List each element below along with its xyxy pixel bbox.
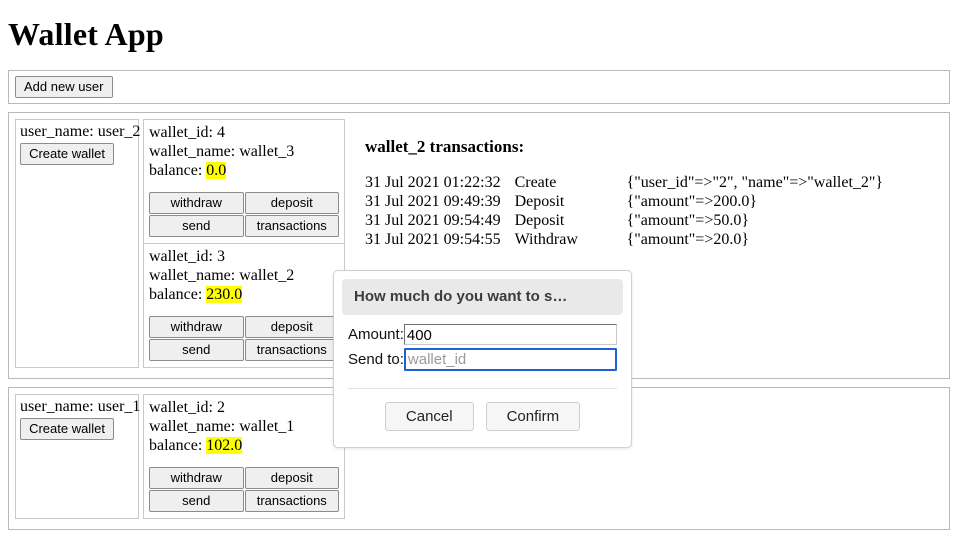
transactions-button[interactable]: transactions (244, 489, 339, 512)
transactions-title: wallet_2 transactions: (365, 136, 525, 156)
tx-kind: Deposit (514, 192, 565, 210)
confirm-button[interactable]: Confirm (485, 402, 581, 431)
balance-text: balance: (149, 285, 203, 303)
dialog-header: How much do you want to s… (342, 279, 623, 315)
wallet-balance-label: balance: 102.0 (149, 436, 339, 455)
wallet-id-label: wallet_id: 2 (149, 398, 225, 416)
balance-text: balance: (149, 436, 203, 454)
sendto-input[interactable]: wallet_id (403, 348, 617, 371)
tx-timestamp: 31 Jul 2021 09:54:55 (365, 230, 501, 248)
tx-timestamp: 31 Jul 2021 09:49:39 (365, 192, 501, 210)
wallet-card: wallet_id: 2 wallet_name: wallet_1 balan… (144, 395, 344, 518)
balance-value: 0.0 (206, 161, 227, 179)
withdraw-button[interactable]: withdraw (149, 466, 244, 489)
tx-timestamp: 31 Jul 2021 09:54:49 (365, 211, 501, 229)
user-name-label: user_name: user_1 (20, 397, 141, 415)
tx-kind: Withdraw (514, 230, 578, 248)
wallet-id-label: wallet_id: 4 (149, 123, 225, 141)
tx-details: {"amount"=>20.0} (626, 230, 750, 248)
amount-label: Amount: (348, 326, 404, 343)
table-row: 31 Jul 2021 09:54:49 Deposit {"amount"=>… (365, 211, 883, 230)
wallet-name-label: wallet_name: wallet_1 (149, 417, 295, 435)
wallet-actions: withdraw deposit send transactions (149, 466, 339, 512)
user-info-box: user_name: user_1 Create wallet (15, 393, 141, 519)
send-button[interactable]: send (149, 214, 244, 237)
page-title: Wallet App (8, 16, 164, 52)
wallet-name-label: wallet_name: wallet_3 (149, 142, 295, 160)
table-row: 31 Jul 2021 01:22:32 Create {"user_id"=>… (365, 173, 883, 192)
sendto-placeholder: wallet_id (407, 351, 467, 368)
dialog-body: Amount: 400 Send to: wallet_id (334, 315, 631, 386)
dialog-footer: Cancel Confirm (334, 389, 631, 447)
transactions-button[interactable]: transactions (244, 338, 339, 361)
tx-details: {"amount"=>200.0} (626, 192, 758, 210)
transactions-panel: wallet_2 transactions: 31 Jul 2021 01:22… (365, 119, 943, 249)
transactions-button[interactable]: transactions (244, 214, 339, 237)
deposit-button[interactable]: deposit (244, 466, 339, 489)
withdraw-button[interactable]: withdraw (149, 191, 244, 214)
wallet-actions: withdraw deposit send transactions (149, 191, 339, 237)
sendto-field-row: Send to: wallet_id (348, 348, 617, 371)
wallet-card: wallet_id: 3 wallet_name: wallet_2 balan… (144, 244, 344, 367)
tx-kind: Deposit (514, 211, 565, 229)
withdraw-button[interactable]: withdraw (149, 315, 244, 338)
send-button[interactable]: send (149, 489, 244, 512)
wallet-card: wallet_id: 4 wallet_name: wallet_3 balan… (144, 120, 344, 244)
table-row: 31 Jul 2021 09:54:55 Withdraw {"amount"=… (365, 230, 883, 249)
table-row: 31 Jul 2021 09:49:39 Deposit {"amount"=>… (365, 192, 883, 211)
tx-timestamp: 31 Jul 2021 01:22:32 (365, 173, 501, 191)
tx-details: {"amount"=>50.0} (626, 211, 750, 229)
wallet-list: wallet_id: 2 wallet_name: wallet_1 balan… (143, 393, 345, 519)
cancel-button[interactable]: Cancel (384, 402, 474, 431)
wallet-balance-label: balance: 230.0 (149, 285, 339, 304)
add-new-user-button[interactable]: Add new user (15, 75, 113, 98)
wallet-actions: withdraw deposit send transactions (149, 315, 339, 361)
wallet-balance-label: balance: 0.0 (149, 161, 339, 180)
tx-kind: Create (514, 173, 557, 191)
dialog-title: How much do you want to s… (354, 288, 568, 305)
send-button[interactable]: send (149, 338, 244, 361)
deposit-button[interactable]: deposit (244, 315, 339, 338)
user-info-box: user_name: user_2 Create wallet (15, 118, 141, 368)
tx-details: {"user_id"=>"2", "name"=>"wallet_2"} (626, 173, 884, 191)
deposit-button[interactable]: deposit (244, 191, 339, 214)
create-wallet-button[interactable]: Create wallet (20, 417, 114, 440)
send-amount-dialog: How much do you want to s… Amount: 400 S… (333, 270, 632, 448)
wallet-name-label: wallet_name: wallet_2 (149, 266, 295, 284)
amount-input[interactable]: 400 (403, 324, 617, 345)
amount-field-row: Amount: 400 (348, 324, 617, 345)
balance-text: balance: (149, 161, 203, 179)
user-name-label: user_name: user_2 (20, 122, 141, 140)
wallet-list: wallet_id: 4 wallet_name: wallet_3 balan… (143, 118, 345, 368)
sendto-label: Send to: (348, 351, 404, 368)
create-wallet-button[interactable]: Create wallet (20, 142, 114, 165)
balance-value: 102.0 (206, 436, 243, 454)
transactions-table: 31 Jul 2021 01:22:32 Create {"user_id"=>… (365, 173, 883, 249)
wallet-id-label: wallet_id: 3 (149, 247, 225, 265)
balance-value: 230.0 (206, 285, 243, 303)
toolbar: Add new user (8, 69, 950, 104)
